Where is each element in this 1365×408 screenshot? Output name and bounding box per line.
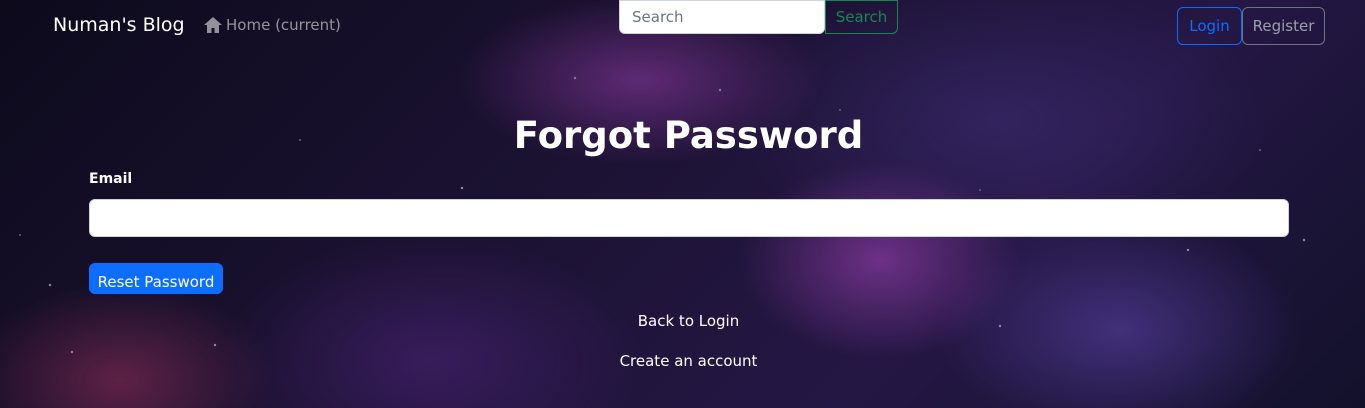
home-icon (203, 16, 223, 34)
search-button[interactable]: Search (825, 0, 898, 34)
back-to-login-row: Back to Login (0, 312, 1365, 330)
navbar: Numan's Blog Home (current) Search Login… (0, 0, 1365, 54)
brand-logo[interactable]: Numan's Blog (53, 14, 185, 36)
create-account-row: Create an account (0, 352, 1365, 370)
nav-home-link[interactable]: Home (current) (203, 16, 341, 34)
page-title: Forgot Password (513, 114, 864, 157)
email-label: Email (89, 171, 133, 187)
register-button[interactable]: Register (1242, 7, 1325, 45)
search-input[interactable] (619, 0, 825, 34)
login-button[interactable]: Login (1177, 7, 1242, 45)
back-to-login-link[interactable]: Back to Login (638, 312, 739, 330)
email-field[interactable] (89, 199, 1289, 237)
create-account-link[interactable]: Create an account (620, 352, 758, 370)
reset-password-button[interactable]: Reset Password (89, 263, 223, 294)
nav-home-label: Home (current) (226, 16, 341, 34)
